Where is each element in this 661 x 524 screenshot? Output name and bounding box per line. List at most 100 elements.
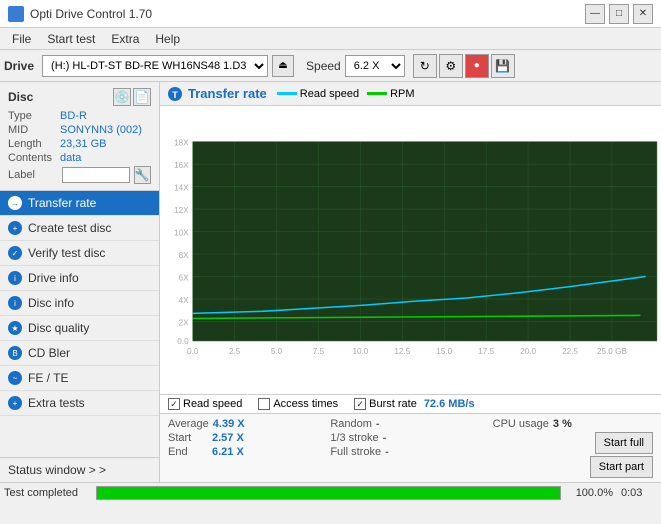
stats-col1: Average 4.39 X Start 2.57 X End 6.21 X	[168, 418, 328, 478]
chart-legend-bar: Read speed Access times Burst rate 72.6 …	[160, 394, 661, 413]
stat-cpu-usage: CPU usage 3 %	[493, 418, 653, 430]
chart-container: 18X 16X 14X 12X 10X 8X 6X 4X 2X 0.0 0.0 …	[160, 106, 661, 394]
legend-rpm: RPM	[367, 88, 414, 100]
nav-disc-quality[interactable]: ★ Disc quality	[0, 316, 159, 341]
disc-length-value: 23,31 GB	[60, 138, 106, 150]
checkbox-read-speed[interactable]: Read speed	[168, 398, 242, 410]
nav-label-drive-info: Drive info	[28, 271, 79, 285]
legend-label-rpm: RPM	[390, 88, 414, 100]
legend-label-read: Read speed	[300, 88, 359, 100]
disc-icon-btn-1[interactable]: 💿	[113, 88, 131, 106]
disc-icon-btn-2[interactable]: 📄	[133, 88, 151, 106]
close-button[interactable]: ✕	[633, 4, 653, 24]
nav-label-transfer-rate: Transfer rate	[28, 196, 96, 210]
chart-legend: Read speed RPM	[277, 88, 415, 100]
checkbox-burst-rate[interactable]: Burst rate 72.6 MB/s	[354, 398, 474, 410]
nav-icon-disc-info: i	[8, 296, 22, 310]
stat-average-value: 4.39 X	[213, 418, 245, 430]
stats-area: Average 4.39 X Start 2.57 X End 6.21 X R…	[160, 413, 661, 482]
status-window-button[interactable]: Status window > >	[0, 457, 159, 482]
svg-text:8X: 8X	[179, 251, 190, 260]
checkbox-read-speed-box[interactable]	[168, 398, 180, 410]
stat-start: Start 2.57 X	[168, 432, 328, 444]
checkbox-read-speed-label: Read speed	[183, 398, 242, 410]
svg-text:18X: 18X	[174, 139, 189, 148]
svg-text:0.0: 0.0	[177, 337, 189, 346]
nav-label-fe-te: FE / TE	[28, 371, 68, 385]
main-layout: Disc 💿 📄 Type BD-R MID SONYNN3 (002) Len…	[0, 82, 661, 482]
eject-button[interactable]: ⏏	[272, 55, 294, 77]
minimize-button[interactable]: —	[585, 4, 605, 24]
nav-drive-info[interactable]: i Drive info	[0, 266, 159, 291]
menu-extra[interactable]: Extra	[103, 30, 147, 48]
disc-label-input[interactable]	[62, 167, 130, 183]
speed-select[interactable]: 6.2 X	[345, 55, 405, 77]
svg-text:12X: 12X	[174, 206, 189, 215]
nav-icon-create-test-disc: +	[8, 221, 22, 235]
save-icon[interactable]: 💾	[491, 54, 515, 78]
svg-text:7.5: 7.5	[313, 347, 325, 356]
legend-color-read	[277, 92, 297, 95]
nav-verify-test-disc[interactable]: ✓ Verify test disc	[0, 241, 159, 266]
settings-icon[interactable]: ⚙	[439, 54, 463, 78]
refresh-icon[interactable]: ↻	[413, 54, 437, 78]
time-label: 0:03	[621, 487, 657, 499]
disc-panel: Disc 💿 📄 Type BD-R MID SONYNN3 (002) Len…	[0, 82, 159, 191]
stat-1-3-stroke: 1/3 stroke -	[330, 432, 490, 444]
stat-random: Random -	[330, 418, 490, 430]
nav-cd-bler[interactable]: B CD Bler	[0, 341, 159, 366]
nav-icon-fe-te: ~	[8, 371, 22, 385]
start-part-button[interactable]: Start part	[590, 456, 653, 478]
svg-text:0.0: 0.0	[187, 347, 199, 356]
stat-average: Average 4.39 X	[168, 418, 328, 430]
drive-select[interactable]: (H:) HL-DT-ST BD-RE WH16NS48 1.D3	[42, 55, 268, 77]
legend-read-speed: Read speed	[277, 88, 359, 100]
disc-contents-label: Contents	[8, 152, 60, 164]
checkbox-access-times-label: Access times	[273, 398, 338, 410]
svg-text:16X: 16X	[174, 161, 189, 170]
stat-full-stroke: Full stroke -	[330, 446, 490, 458]
stat-end: End 6.21 X	[168, 446, 328, 458]
start-full-button[interactable]: Start full	[595, 432, 653, 454]
stat-1-3-stroke-value: -	[383, 432, 387, 444]
disc-field-mid: MID SONYNN3 (002)	[8, 124, 151, 136]
menu-file[interactable]: File	[4, 30, 39, 48]
menu-start-test[interactable]: Start test	[39, 30, 103, 48]
progress-label: 100.0%	[573, 487, 613, 499]
svg-text:10X: 10X	[174, 229, 189, 238]
stat-full-stroke-label: Full stroke	[330, 446, 381, 458]
drive-label: Drive	[4, 59, 34, 73]
nav-disc-info[interactable]: i Disc info	[0, 291, 159, 316]
nav-transfer-rate[interactable]: → Transfer rate	[0, 191, 159, 216]
svg-text:17.5: 17.5	[478, 347, 494, 356]
maximize-button[interactable]: □	[609, 4, 629, 24]
sidebar: Disc 💿 📄 Type BD-R MID SONYNN3 (002) Len…	[0, 82, 160, 482]
info-icon[interactable]: ●	[465, 54, 489, 78]
chart-area: T Transfer rate Read speed RPM	[160, 82, 661, 482]
nav-icon-transfer-rate: →	[8, 196, 22, 210]
nav-label-verify-test-disc: Verify test disc	[28, 246, 105, 260]
stats-col2: Random - 1/3 stroke - Full stroke -	[330, 418, 490, 478]
menu-help[interactable]: Help	[147, 30, 188, 48]
stat-start-full-row: Start full	[493, 432, 653, 454]
checkbox-access-times[interactable]: Access times	[258, 398, 338, 410]
chart-header: T Transfer rate Read speed RPM	[160, 82, 661, 106]
nav-extra-tests[interactable]: + Extra tests	[0, 391, 159, 416]
drive-toolbar: Drive (H:) HL-DT-ST BD-RE WH16NS48 1.D3 …	[0, 50, 661, 82]
nav-fe-te[interactable]: ~ FE / TE	[0, 366, 159, 391]
disc-label-icon[interactable]: 🔧	[134, 166, 151, 184]
svg-text:5.0: 5.0	[271, 347, 283, 356]
checkbox-access-times-box[interactable]	[258, 398, 270, 410]
checkbox-burst-rate-label: Burst rate	[369, 398, 417, 410]
burst-rate-value: 72.6 MB/s	[424, 398, 475, 410]
checkbox-burst-rate-box[interactable]	[354, 398, 366, 410]
legend-color-rpm	[367, 92, 387, 95]
svg-text:2.5: 2.5	[229, 347, 241, 356]
status-text: Test completed	[4, 487, 84, 499]
chart-icon: T	[168, 87, 182, 101]
svg-text:6X: 6X	[179, 274, 190, 283]
stats-col3: CPU usage 3 % Start full Start part	[493, 418, 653, 478]
stat-1-3-stroke-label: 1/3 stroke	[330, 432, 378, 444]
disc-label-text: Label	[8, 169, 58, 181]
nav-create-test-disc[interactable]: + Create test disc	[0, 216, 159, 241]
